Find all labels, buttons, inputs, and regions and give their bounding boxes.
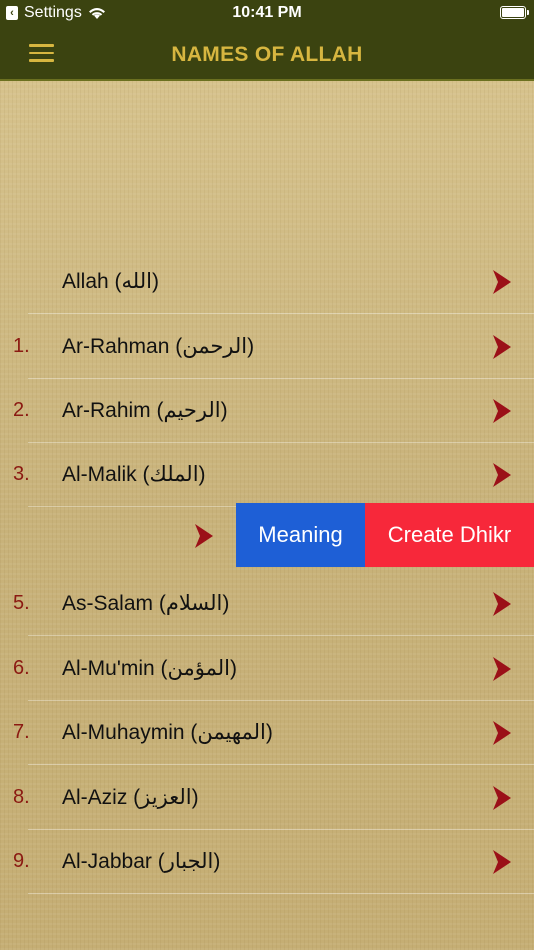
status-time: 10:41 PM: [232, 4, 302, 21]
item-number: 3.: [13, 463, 30, 485]
item-name: Al-Muhaymin (المهيمن): [62, 721, 273, 744]
list-item[interactable]: 8. Al-Aziz (العزيز): [0, 766, 534, 830]
list-item[interactable]: 1. Ar-Rahman (الرحمن): [0, 315, 534, 379]
item-name: Al-Malik (الملك): [62, 463, 206, 486]
battery-icon: [500, 6, 529, 19]
item-name: Allah (الله): [62, 270, 159, 293]
chevron-right-icon[interactable]: [490, 397, 514, 425]
chevron-right-icon[interactable]: [490, 461, 514, 489]
item-number: 8.: [13, 786, 30, 808]
chevron-right-icon[interactable]: [490, 784, 514, 812]
chevron-right-icon[interactable]: [490, 848, 514, 876]
item-name: As-Salam (السلام): [62, 592, 230, 615]
chevron-right-icon[interactable]: [192, 522, 216, 550]
chevron-right-icon[interactable]: [490, 719, 514, 747]
nav-bar: NAMES OF ALLAH: [0, 27, 534, 81]
item-name: Al-Jabbar (الجبار): [62, 850, 221, 873]
list-item[interactable]: 7. Al-Muhaymin (المهيمن): [0, 701, 534, 765]
chevron-right-icon[interactable]: [490, 655, 514, 683]
list-item[interactable]: 2. Ar-Rahim (الرحيم): [0, 379, 534, 443]
chevron-right-icon[interactable]: [490, 268, 514, 296]
item-name: Al-Aziz (العزيز): [62, 786, 199, 809]
create-dhikr-button[interactable]: Create Dhikr: [365, 503, 534, 567]
names-list[interactable]: Allah (الله) 1. Ar-Rahman (الرحمن) 2. Ar…: [0, 81, 534, 950]
item-number: 9.: [13, 850, 30, 872]
item-number: 1.: [13, 335, 30, 357]
chevron-right-icon[interactable]: [490, 333, 514, 361]
item-name: Ar-Rahman (الرحمن): [62, 335, 255, 358]
chevron-right-icon[interactable]: [490, 590, 514, 618]
swiped-list-item[interactable]: Meaning Create Dhikr: [0, 503, 534, 567]
page-title: NAMES OF ALLAH: [171, 43, 363, 66]
item-number: 5.: [13, 592, 30, 614]
item-number: 7.: [13, 721, 30, 743]
item-name: Ar-Rahim (الرحيم): [62, 399, 228, 422]
list-item[interactable]: 9. Al-Jabbar (الجبار): [0, 830, 534, 894]
list-item[interactable]: Allah (الله): [0, 250, 534, 314]
status-bar: ‹ Settings 10:41 PM: [0, 0, 534, 27]
list-item[interactable]: 5. As-Salam (السلام): [0, 572, 534, 636]
item-number: 6.: [13, 657, 30, 679]
item-name: Al-Mu'min (المؤمن): [62, 657, 237, 680]
item-number: 2.: [13, 399, 30, 421]
list-item[interactable]: 6. Al-Mu'min (المؤمن): [0, 637, 534, 701]
meaning-button[interactable]: Meaning: [236, 503, 365, 567]
list-item[interactable]: 3. Al-Malik (الملك): [0, 443, 534, 507]
